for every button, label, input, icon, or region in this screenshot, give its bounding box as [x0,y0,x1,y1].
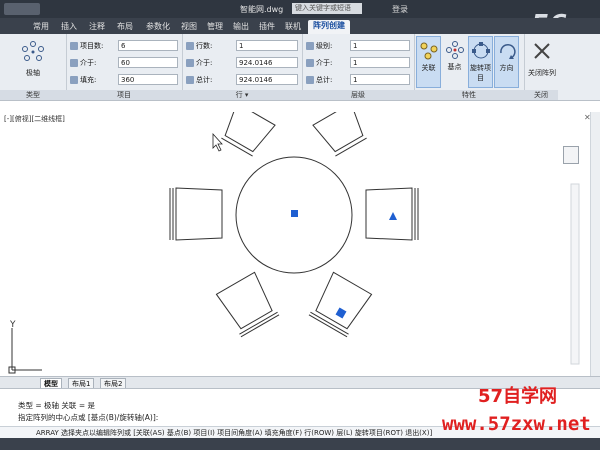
command-history-line-2: 指定阵列的中心点或 [基点(B)/旋转轴(A)]: [18,413,159,422]
ribbon-group-label-rows[interactable]: 行 ▾ [182,90,302,100]
items-between-input[interactable]: 60 [118,57,178,68]
associative-icon [420,42,437,60]
items-fill-input[interactable]: 360 [118,74,178,85]
ribbon-group-rows: 行数: 1 介于: 924.0146 总计: 924.0146 行 ▾ [182,34,303,100]
ribbon-tabs: 常用 插入 注释 布局 参数化 视图 管理 输出 插件 联机 阵列创建 [0,18,600,34]
ucs-y-label: Y [9,320,16,330]
center-grip[interactable] [291,210,298,217]
ribbon-group-levels: 级别: 1 介于: 1 总计: 1 层级 [302,34,415,100]
command-history-line-1: 类型 = 极轴 关联 = 是 [18,401,95,410]
levels-count-field: 级别: 1 [306,40,414,52]
base-point-icon [445,41,464,59]
levels-icon [306,42,314,50]
quick-access-toolbar[interactable] [4,3,40,15]
tab-annotate[interactable]: 注释 [86,21,108,33]
levels-total-field: 总计: 1 [306,74,414,86]
items-count-field: 项目数: 6 [70,40,182,52]
levels-between-field: 介于: 1 [306,57,414,69]
sign-in-link[interactable]: 登录 [392,4,408,15]
chair-top-left[interactable] [218,112,276,158]
watermark-url: www.57zxw.net [442,413,591,435]
title-bar: 智能网.dwg 键入关键字或短语 登录 [0,0,600,18]
mouse-cursor-icon [212,132,223,152]
tab-insert[interactable]: 插入 [58,21,80,33]
rows-between-field: 介于: 924.0146 [186,57,302,69]
tab-array-creation[interactable]: 阵列创建 [308,20,350,34]
rows-count-input[interactable]: 1 [236,40,298,51]
ribbon-panel: 极轴 类型 项目数: 6 介于: 60 填充: 360 项目 行数: 1 介于:… [0,34,600,101]
tab-parametric[interactable]: 参数化 [142,21,174,33]
direction-button[interactable]: 方向 [494,36,519,88]
ribbon-group-label-close: 关闭 [524,90,558,100]
items-count-icon [70,42,78,50]
tab-manage[interactable]: 管理 [204,21,226,33]
rows-between-icon [186,59,194,67]
rotation-grip[interactable] [389,212,397,220]
status-bar [0,438,600,450]
rotate-items-icon [471,42,490,59]
close-icon [534,43,550,59]
rows-total-field: 总计: 924.0146 [186,74,302,86]
ribbon-group-label-items: 项目 [66,90,182,100]
tab-home[interactable]: 常用 [30,21,52,33]
tab-view[interactable]: 视图 [178,21,200,33]
item-grip[interactable] [335,307,347,319]
chair-bottom-right[interactable] [308,271,373,338]
fill-angle-icon [70,76,78,84]
tab-online[interactable]: 联机 [282,21,304,33]
items-count-input[interactable]: 6 [118,40,178,51]
levels-total-icon [306,76,314,84]
direction-icon [499,43,516,59]
rotate-items-button[interactable]: 旋转项目 [468,36,493,88]
ribbon-group-items: 项目数: 6 介于: 60 填充: 360 项目 [66,34,183,100]
levels-count-input[interactable]: 1 [350,40,410,51]
rows-icon [186,42,194,50]
ribbon-group-label-type: 类型 [0,90,66,100]
rows-total-input[interactable]: 924.0146 [236,74,298,85]
ribbon-group-label-levels: 层级 [302,90,414,100]
navigation-bar[interactable] [570,183,580,365]
document-title: 智能网.dwg [240,5,284,14]
close-array-button[interactable]: 关闭阵列 [526,40,558,78]
items-fill-field: 填充: 360 [70,74,182,86]
levels-total-input[interactable]: 1 [350,74,410,85]
tab-plugins[interactable]: 插件 [256,21,278,33]
rows-count-field: 行数: 1 [186,40,302,52]
polar-array-icon [22,41,44,61]
command-prompt[interactable]: ARRAY 选择夹点以编辑阵列或 [关联(AS) 基点(B) 项目(I) 项目间… [36,428,432,438]
base-point-button[interactable]: 基点 [442,36,467,88]
vertical-scrollbar[interactable] [590,112,600,376]
tab-layout[interactable]: 布局 [114,21,136,33]
watermark-text: 57自学网 [478,386,558,407]
ribbon-group-close: 关闭阵列 关闭 [524,34,558,100]
levels-between-input[interactable]: 1 [350,57,410,68]
tab-output[interactable]: 输出 [230,21,252,33]
polar-button[interactable]: 极轴 [18,40,48,78]
ribbon-group-label-properties: 特性 [414,90,524,100]
ribbon-group-type: 极轴 类型 [0,34,67,100]
drawing-geometry: Y [8,112,580,374]
associative-button[interactable]: 关联 [416,36,441,88]
levels-between-icon [306,59,314,67]
items-between-field: 介于: 60 [70,57,182,69]
chair-bottom-left[interactable] [215,271,280,338]
chair-left[interactable] [169,187,223,241]
chair-top-right[interactable] [312,112,370,158]
items-between-icon [70,59,78,67]
rows-between-input[interactable]: 924.0146 [236,57,298,68]
search-input[interactable]: 键入关键字或短语 [292,3,362,14]
rows-total-icon [186,76,194,84]
ribbon-group-properties: 关联 基点 旋转项目 方向 特性 [414,34,525,100]
